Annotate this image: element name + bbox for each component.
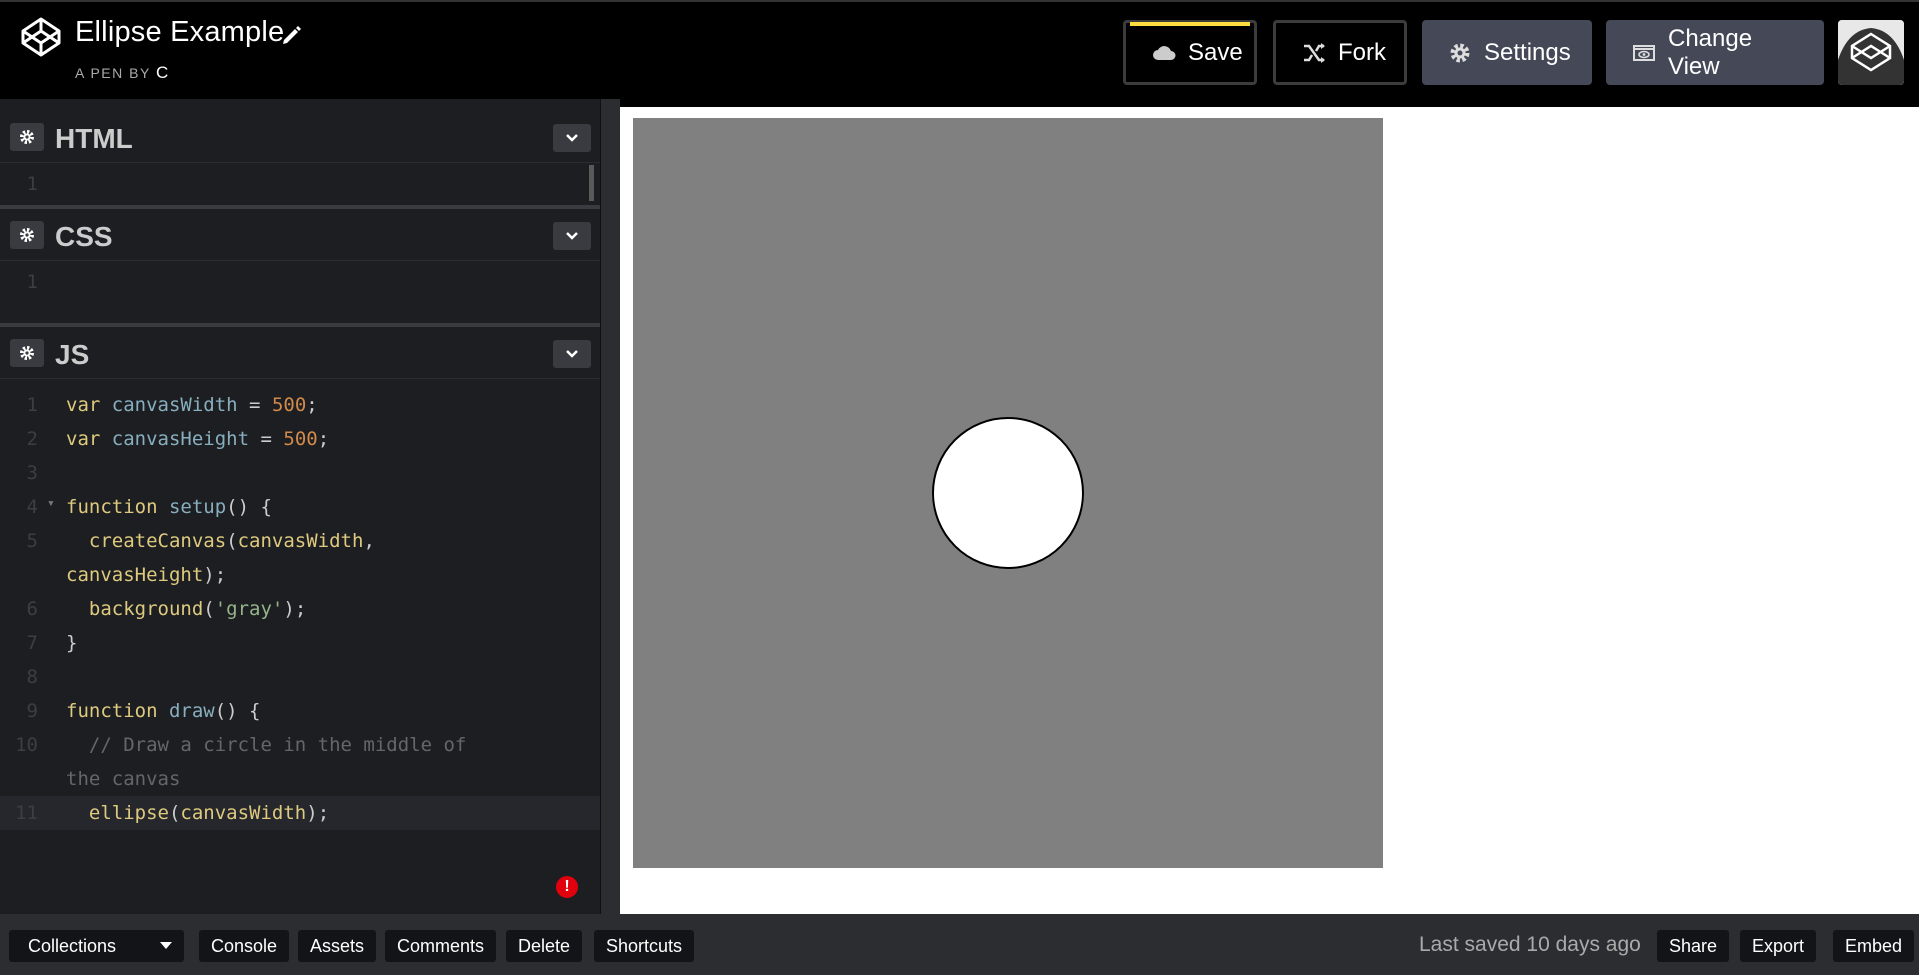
fork-label: Fork [1338, 38, 1386, 66]
code-text: background('gray'); [66, 598, 307, 620]
fold-arrow-icon[interactable]: ▾ [47, 496, 55, 511]
css-collapse-button[interactable] [553, 222, 591, 250]
code-line[interactable]: 1 var canvasWidth = 500; [0, 388, 600, 422]
shortcuts-button[interactable]: Shortcuts [594, 930, 695, 962]
export-button[interactable]: Export [1740, 930, 1817, 962]
code-line[interactable]: the canvas [0, 762, 600, 796]
gear-icon [20, 130, 34, 144]
html-collapse-button[interactable] [553, 124, 591, 152]
gear-icon [20, 346, 34, 360]
code-line[interactable]: 2 var canvasHeight = 500; [0, 422, 600, 456]
save-button[interactable]: Save [1123, 20, 1257, 85]
code-line[interactable]: 7} [0, 626, 600, 660]
js-editor-header: JS [0, 327, 600, 379]
ellipse-shape [932, 417, 1084, 569]
header: Ellipse Example A PEN BY C Save Fork Set… [0, 0, 1919, 99]
js-settings-button[interactable] [10, 339, 44, 367]
code-text: var canvasHeight = 500; [66, 428, 330, 450]
line-number: 1 [26, 271, 38, 293]
change-view-label: Change View [1668, 24, 1753, 80]
layout-view-icon [1633, 44, 1655, 61]
assets-button[interactable]: Assets [298, 930, 377, 962]
collections-dropdown[interactable]: Collections [9, 930, 184, 962]
code-text: the canvas [66, 768, 181, 790]
delete-button[interactable]: Delete [506, 930, 583, 962]
code-line[interactable]: 4 ▾ function setup() { [0, 490, 600, 524]
line-number: 10 [15, 734, 38, 756]
css-editor-title: CSS [55, 221, 113, 252]
footer: Collections Console Assets Comments Dele… [0, 914, 1919, 975]
line-number: 5 [26, 530, 38, 552]
code-line[interactable]: 3 [0, 456, 600, 490]
line-number: 9 [26, 700, 38, 722]
code-line[interactable]: canvasHeight); [0, 558, 600, 592]
editor-preview-resizer[interactable] [600, 99, 620, 914]
css-editor-body[interactable]: 1 [0, 261, 600, 323]
chevron-down-icon [566, 232, 578, 240]
p5-canvas [633, 118, 1383, 868]
change-view-button[interactable]: Change View [1606, 20, 1824, 85]
code-line[interactable]: 9 function draw() { [0, 694, 600, 728]
pen-byline: A PEN BY C [75, 63, 168, 83]
js-editor-title: JS [55, 339, 90, 370]
byline-user[interactable]: C [156, 63, 168, 82]
code-text: function setup() { [66, 496, 272, 518]
gear-icon [20, 228, 34, 242]
line-number: 1 [26, 173, 38, 195]
code-text: // Draw a circle in the middle of [66, 734, 467, 756]
cloud-icon [1153, 45, 1176, 60]
caret-down-icon [160, 942, 172, 949]
error-icon[interactable]: ! [556, 876, 578, 898]
line-number: 2 [26, 428, 38, 450]
code-line[interactable]: 11 ellipse(canvasWidth); [0, 796, 600, 830]
code-line[interactable]: 10 // Draw a circle in the middle of [0, 728, 600, 762]
pen-title[interactable]: Ellipse Example [75, 16, 284, 49]
code-text: canvasHeight); [66, 564, 227, 586]
line-number: 4 [26, 496, 38, 518]
html-editor-header: HTML [0, 111, 600, 163]
html-editor-title: HTML [55, 123, 133, 154]
line-number: 8 [26, 666, 38, 688]
css-editor-header: CSS [0, 209, 600, 261]
code-text: } [66, 632, 78, 654]
line-number: 11 [15, 802, 38, 824]
fork-button[interactable]: Fork [1273, 20, 1407, 85]
code-text: var canvasWidth = 500; [66, 394, 318, 416]
line-number: 3 [26, 462, 38, 484]
chevron-down-icon [566, 134, 578, 142]
user-avatar-icon [1838, 20, 1904, 85]
html-scrollbar[interactable] [589, 165, 594, 201]
line-number: 1 [26, 394, 38, 416]
js-code-editor[interactable]: 1 var canvasWidth = 500; 2 var canvasHeight… [0, 388, 600, 830]
comments-button[interactable]: Comments [385, 930, 497, 962]
last-saved-status: Last saved 10 days ago [1419, 933, 1641, 956]
pencil-edit-icon[interactable] [280, 24, 302, 46]
chevron-down-icon [566, 350, 578, 358]
settings-label: Settings [1484, 38, 1571, 66]
code-text: ellipse(canvasWidth); [66, 802, 330, 824]
save-label: Save [1188, 38, 1243, 66]
collections-label: Collections [28, 935, 117, 956]
code-text: function draw() { [66, 700, 261, 722]
html-editor-body[interactable]: 1 [0, 163, 600, 205]
line-number: 6 [26, 598, 38, 620]
settings-button[interactable]: Settings [1422, 20, 1592, 85]
html-settings-button[interactable] [10, 123, 44, 151]
code-line[interactable]: 8 [0, 660, 600, 694]
fork-icon [1304, 42, 1325, 63]
avatar[interactable] [1838, 20, 1904, 85]
code-text: createCanvas(canvasWidth, [66, 530, 375, 552]
share-button[interactable]: Share [1657, 930, 1730, 962]
line-number: 7 [26, 632, 38, 654]
embed-button[interactable]: Embed [1833, 930, 1915, 962]
code-line[interactable]: 6 background('gray'); [0, 592, 600, 626]
js-collapse-button[interactable] [553, 340, 591, 368]
console-button[interactable]: Console [199, 930, 290, 962]
codepen-logo-icon[interactable] [20, 16, 62, 58]
byline-prefix: A PEN BY [75, 65, 151, 81]
css-settings-button[interactable] [10, 221, 44, 249]
gear-icon [1450, 43, 1470, 62]
code-line[interactable]: 5 createCanvas(canvasWidth, [0, 524, 600, 558]
